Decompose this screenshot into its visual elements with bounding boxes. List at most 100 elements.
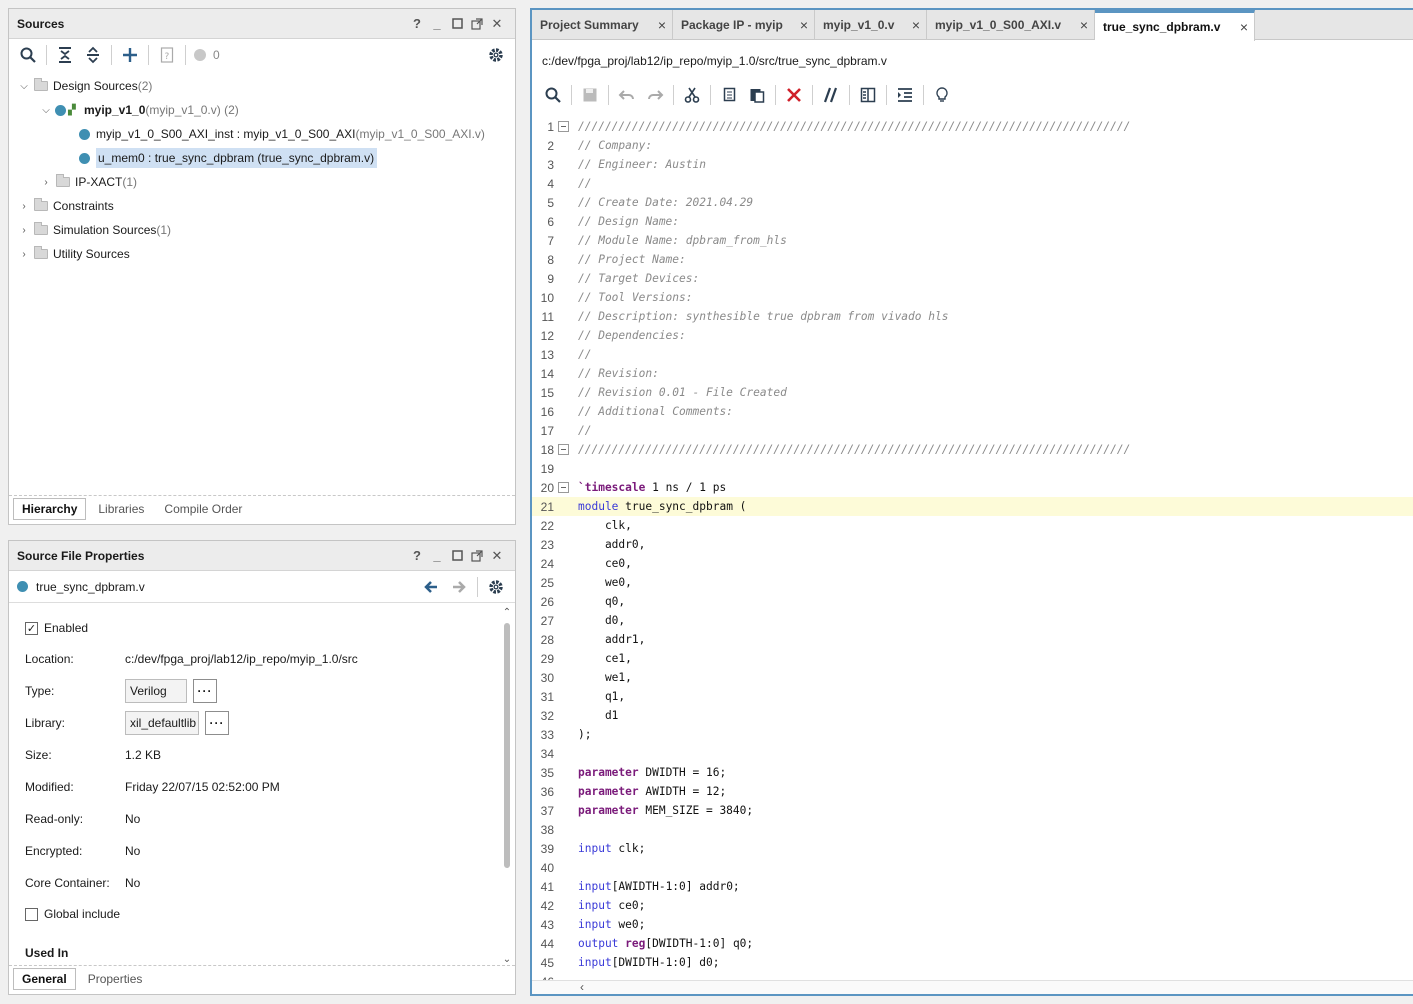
close-icon[interactable]: ✕ [487, 546, 507, 566]
help-icon[interactable]: ? [407, 14, 427, 34]
save-icon[interactable] [577, 82, 603, 108]
indent-icon[interactable] [892, 82, 918, 108]
float-icon[interactable] [467, 546, 487, 566]
code-line[interactable]: 11 // Description: synthesible true dpbra… [532, 307, 1413, 326]
code-line[interactable]: 36 parameter AWIDTH = 12; [532, 782, 1413, 801]
code-line[interactable]: 26 q0, [532, 592, 1413, 611]
code-line[interactable]: 2 // Company: [532, 136, 1413, 155]
code-line[interactable]: 10 // Tool Versions: [532, 288, 1413, 307]
help-icon[interactable]: ? [407, 546, 427, 566]
chevron-down-icon[interactable]: ⌵ [17, 81, 31, 92]
type-browse-button[interactable]: ··· [193, 679, 217, 703]
collapse-all-icon[interactable] [52, 42, 78, 68]
code-line[interactable]: 37 parameter MEM_SIZE = 3840; [532, 801, 1413, 820]
file-info-icon[interactable]: ? [154, 42, 180, 68]
enabled-checkbox[interactable]: ✓ [25, 621, 38, 635]
code-line[interactable]: 34 [532, 744, 1413, 763]
tree-item-simulation-sources[interactable]: › Simulation Sources (1) [17, 219, 171, 241]
code-line[interactable]: 15 // Revision 0.01 - File Created [532, 383, 1413, 402]
chevron-down-icon[interactable]: ⌵ [39, 105, 53, 116]
global-include-row[interactable]: Global include [25, 907, 120, 921]
redo-icon[interactable] [642, 82, 668, 108]
tree-item-u-mem0[interactable]: u_mem0 : true_sync_dpbram (true_sync_dpb… [77, 147, 378, 169]
close-tab-icon[interactable]: × [1070, 17, 1088, 33]
search-icon[interactable] [540, 82, 566, 108]
close-icon[interactable]: ✕ [487, 14, 507, 34]
undo-icon[interactable] [614, 82, 640, 108]
code-line[interactable]: 45 input[DWIDTH-1:0] d0; [532, 953, 1413, 972]
copy-icon[interactable] [716, 82, 742, 108]
gear-icon[interactable] [483, 42, 509, 68]
chevron-right-icon[interactable]: › [17, 201, 31, 212]
code-line[interactable]: 7 // Module Name: dpbram_from_hls [532, 231, 1413, 250]
expand-all-icon[interactable] [80, 42, 106, 68]
close-tab-icon[interactable]: × [902, 17, 920, 33]
maximize-icon[interactable] [447, 546, 467, 566]
properties-scrollbar[interactable]: ⌃ ⌄ [500, 607, 514, 965]
tab-true-sync-dpbram[interactable]: true_sync_dpbram.v × [1095, 10, 1255, 41]
tab-project-summary[interactable]: Project Summary × [532, 10, 673, 40]
code-line[interactable]: 16 // Additional Comments: [532, 402, 1413, 421]
tab-properties[interactable]: Properties [80, 969, 151, 989]
chevron-right-icon[interactable]: › [17, 225, 31, 236]
close-tab-icon[interactable]: × [1230, 19, 1248, 35]
tab-myip-s00-axi[interactable]: myip_v1_0_S00_AXI.v × [927, 10, 1095, 40]
chevron-right-icon[interactable]: › [39, 177, 53, 188]
code-line[interactable]: 22 clk, [532, 516, 1413, 535]
code-line[interactable]: 6 // Design Name: [532, 212, 1413, 231]
code-line[interactable]: 32 d1 [532, 706, 1413, 725]
library-browse-button[interactable]: ··· [205, 711, 229, 735]
code-line[interactable]: 13 // [532, 345, 1413, 364]
tree-item-constraints[interactable]: › Constraints [17, 195, 114, 217]
column-select-icon[interactable] [855, 82, 881, 108]
code-line[interactable]: 44 output reg[DWIDTH-1:0] q0; [532, 934, 1413, 953]
code-line[interactable]: 21 module true_sync_dpbram ( [532, 497, 1413, 516]
forward-arrow-icon[interactable] [446, 574, 472, 600]
code-line[interactable]: 1 ///////////////////////////////////////… [532, 117, 1413, 136]
tree-item-ip-xact[interactable]: › IP-XACT (1) [39, 171, 137, 193]
scroll-up-icon[interactable]: ⌃ [500, 607, 514, 621]
chevron-right-icon[interactable]: › [17, 249, 31, 260]
code-line[interactable]: 28 addr1, [532, 630, 1413, 649]
toggle-comment-icon[interactable] [818, 82, 844, 108]
scroll-down-icon[interactable]: ⌄ [500, 954, 514, 965]
code-line[interactable]: 3 // Engineer: Austin [532, 155, 1413, 174]
tree-item-myip[interactable]: ⌵ ▞ myip_v1_0 (myip_v1_0.v) (2) [39, 99, 239, 121]
fold-toggle-icon[interactable] [556, 120, 570, 134]
fold-toggle-icon[interactable] [556, 443, 570, 457]
tab-package-ip[interactable]: Package IP - myip × [673, 10, 815, 40]
code-line[interactable]: 18 //////////////////////////////////////… [532, 440, 1413, 459]
horizontal-scrollbar[interactable]: ‹ [532, 980, 1413, 994]
search-icon[interactable] [15, 42, 41, 68]
code-line[interactable]: 41 input[AWIDTH-1:0] addr0; [532, 877, 1413, 896]
global-include-checkbox[interactable] [25, 907, 38, 921]
code-line[interactable]: 20 `timescale 1 ns / 1 ps [532, 478, 1413, 497]
code-line[interactable]: 8 // Project Name: [532, 250, 1413, 269]
code-line[interactable]: 46 [532, 972, 1413, 981]
code-line[interactable]: 42 input ce0; [532, 896, 1413, 915]
back-arrow-icon[interactable] [418, 574, 444, 600]
close-tab-icon[interactable]: × [648, 17, 666, 33]
close-tab-icon[interactable]: × [790, 17, 808, 33]
paste-icon[interactable] [744, 82, 770, 108]
delete-icon[interactable] [781, 82, 807, 108]
code-editor[interactable]: 1///////////////////////////////////////… [532, 117, 1413, 980]
code-line[interactable]: 29 ce1, [532, 649, 1413, 668]
add-sources-icon[interactable] [117, 42, 143, 68]
float-icon[interactable] [467, 14, 487, 34]
tab-libraries[interactable]: Libraries [90, 499, 152, 519]
code-line[interactable]: 27 d0, [532, 611, 1413, 630]
scroll-left-icon[interactable]: ‹ [580, 980, 584, 994]
code-line[interactable]: 25 we0, [532, 573, 1413, 592]
minimize-icon[interactable]: _ [427, 14, 447, 34]
code-line[interactable]: 4 // [532, 174, 1413, 193]
cut-icon[interactable] [679, 82, 705, 108]
code-line[interactable]: 23 addr0, [532, 535, 1413, 554]
code-line[interactable]: 40 [532, 858, 1413, 877]
fold-toggle-icon[interactable] [556, 481, 570, 495]
code-line[interactable]: 14 // Revision: [532, 364, 1413, 383]
gear-icon[interactable] [483, 574, 509, 600]
code-line[interactable]: 43 input we0; [532, 915, 1413, 934]
scrollbar-thumb[interactable] [504, 623, 510, 868]
code-line[interactable]: 17 // [532, 421, 1413, 440]
